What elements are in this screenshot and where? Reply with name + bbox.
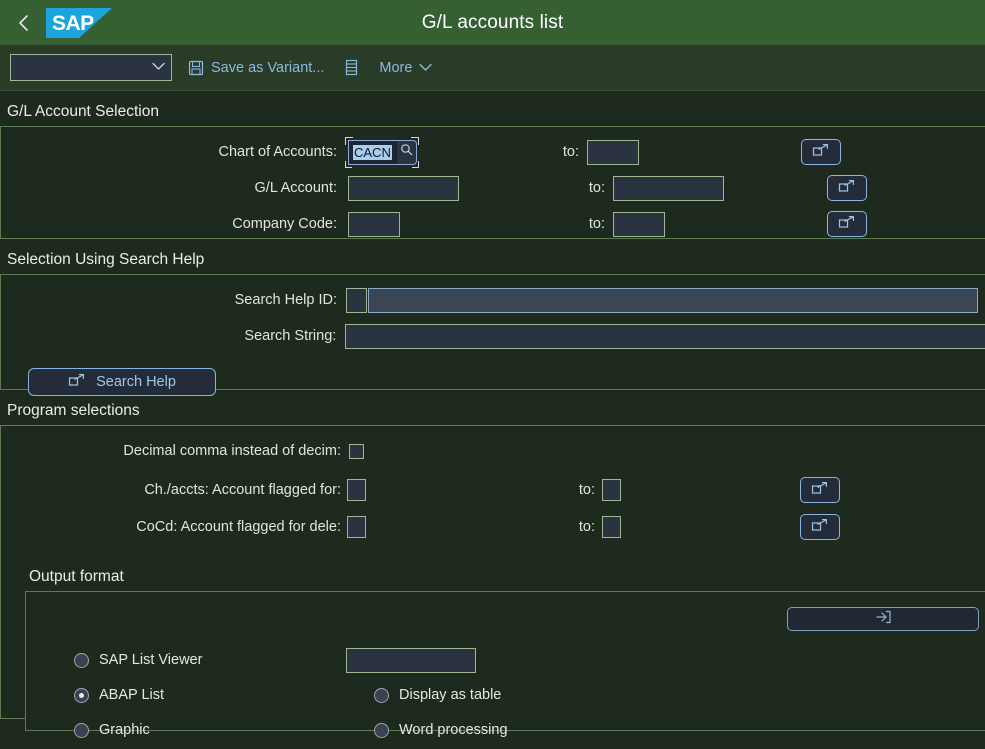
row-graphic: Graphic Word processing (26, 714, 985, 746)
svg-text:SAP: SAP (52, 12, 94, 35)
row-cocd-flagged: CoCd: Account flagged for dele: to: (1, 511, 985, 543)
chart-of-accounts-focus-frame: CACN (345, 136, 419, 168)
shell-header: SAP G/L accounts list (0, 0, 985, 45)
row-search-string: Search String: (1, 320, 985, 352)
to-label-company-code: to: (588, 216, 605, 232)
label-gl-account: G/L Account: (254, 180, 337, 196)
open-in-new-icon (812, 143, 830, 162)
row-output-layout-button (26, 603, 985, 635)
chart-of-accounts-value: CACN (353, 144, 392, 160)
chart-of-accounts-multi-select-button[interactable] (801, 139, 841, 165)
radio-indicator (74, 652, 89, 668)
label-chaccts-flagged: Ch./accts: Account flagged for: (144, 482, 341, 498)
label-company-code: Company Code: (232, 216, 337, 232)
gl-account-input[interactable] (348, 175, 459, 201)
row-chaccts-flagged: Ch./accts: Account flagged for: to: (1, 474, 985, 506)
row-decimal-comma: Decimal comma instead of decim: (1, 435, 985, 467)
chaccts-flagged-multi-select-button[interactable] (800, 477, 840, 503)
search-string-input[interactable] (345, 323, 985, 349)
radio-word-processing[interactable]: Word processing (374, 722, 508, 738)
decimal-comma-checkbox[interactable] (349, 443, 364, 459)
open-in-new-icon (811, 481, 829, 500)
section-title-output-format: Output format (29, 568, 124, 585)
label-search-help-id: Search Help ID: (234, 292, 337, 308)
to-label-chart-of-accounts: to: (562, 144, 579, 160)
radio-abap-list[interactable]: ABAP List (74, 687, 374, 703)
sap-logo: SAP (46, 7, 112, 38)
radio-indicator (374, 687, 389, 703)
gl-account-multi-select-button[interactable] (827, 175, 867, 201)
row-search-help-id: Search Help ID: (1, 284, 985, 316)
radio-indicator (74, 687, 89, 703)
output-layout-input[interactable] (346, 647, 476, 673)
radio-indicator (74, 722, 89, 738)
chevron-down-icon (152, 62, 165, 74)
list-view-button[interactable] (340, 57, 363, 78)
label-search-string: Search String: (244, 328, 337, 344)
row-search-help-button: Search Help (1, 366, 985, 398)
row-chart-of-accounts: Chart of Accounts: CACN to: (1, 136, 985, 168)
radio-sap-list-viewer[interactable]: SAP List Viewer (74, 652, 354, 668)
more-menu-button[interactable]: More (377, 58, 434, 78)
chevron-down-icon (419, 63, 433, 72)
panel-gl-account-selection: Chart of Accounts: CACN to: G/L Account:… (0, 126, 985, 239)
output-layout-button[interactable] (787, 607, 979, 631)
variant-select[interactable] (10, 54, 172, 81)
save-as-variant-label: Save as Variant... (211, 59, 325, 76)
row-abap-list: ABAP List Display as table (26, 679, 985, 711)
search-help-button-label: Search Help (96, 374, 176, 390)
search-help-button[interactable]: Search Help (28, 368, 216, 396)
label-cocd-flagged: CoCd: Account flagged for dele: (136, 519, 341, 535)
section-title-search-help: Selection Using Search Help (7, 251, 205, 268)
open-in-new-icon (838, 179, 856, 198)
list-icon (344, 59, 359, 76)
page-title: G/L accounts list (421, 11, 564, 33)
search-help-id-input[interactable] (346, 287, 367, 313)
company-code-to-input[interactable] (613, 211, 665, 237)
gl-account-to-input[interactable] (613, 175, 724, 201)
label-decimal-comma: Decimal comma instead of decim: (123, 443, 341, 459)
radio-label-abap-list: ABAP List (99, 687, 165, 703)
radio-label-word-processing: Word processing (399, 722, 508, 738)
search-icon (400, 143, 413, 161)
chaccts-flagged-input[interactable] (347, 479, 366, 501)
section-title-gl-account-selection: G/L Account Selection (7, 103, 159, 120)
search-help-id-description (368, 287, 978, 313)
save-as-variant-button[interactable]: Save as Variant... (186, 58, 326, 78)
radio-indicator (374, 722, 389, 738)
enter-into-box-icon (874, 609, 892, 630)
company-code-multi-select-button[interactable] (827, 211, 867, 237)
chaccts-flagged-to-input[interactable] (602, 479, 621, 501)
cocd-flagged-to-input[interactable] (602, 516, 621, 538)
radio-display-as-table[interactable]: Display as table (374, 687, 501, 703)
open-in-new-icon (811, 518, 829, 537)
label-chart-of-accounts: Chart of Accounts: (218, 144, 337, 160)
row-sap-list-viewer: SAP List Viewer (26, 644, 985, 676)
cocd-flagged-input[interactable] (347, 516, 366, 538)
panel-program-selections: Decimal comma instead of decim: Ch./acct… (0, 425, 985, 738)
to-label-chaccts-flagged: to: (578, 482, 595, 498)
more-label: More (379, 59, 413, 76)
radio-label-display-as-table: Display as table (399, 687, 502, 703)
to-label-gl-account: to: (588, 180, 605, 196)
row-gl-account: G/L Account: to: (1, 172, 985, 204)
radio-graphic[interactable]: Graphic (74, 722, 374, 738)
radio-label-sap-list-viewer: SAP List Viewer (99, 652, 203, 668)
chart-of-accounts-input[interactable]: CACN (348, 139, 398, 165)
open-in-new-icon (68, 373, 86, 391)
open-in-new-icon (838, 215, 856, 234)
to-label-cocd-flagged: to: (578, 519, 595, 535)
chart-of-accounts-to-input[interactable] (587, 139, 639, 165)
radio-label-graphic: Graphic (99, 722, 150, 738)
company-code-input[interactable] (348, 211, 400, 237)
floppy-disk-icon (188, 60, 204, 76)
chevron-left-icon (16, 14, 32, 32)
row-company-code: Company Code: to: (1, 208, 985, 240)
back-button[interactable] (8, 7, 40, 39)
toolbar: Save as Variant... More (0, 45, 985, 91)
content-area: G/L Account Selection Chart of Accounts:… (0, 91, 985, 749)
panel-search-help: Search Help ID: Search String: Search He… (0, 274, 985, 396)
cocd-flagged-multi-select-button[interactable] (800, 514, 840, 540)
panel-output-format: SAP List Viewer ABAP List Display as tab… (25, 591, 985, 738)
